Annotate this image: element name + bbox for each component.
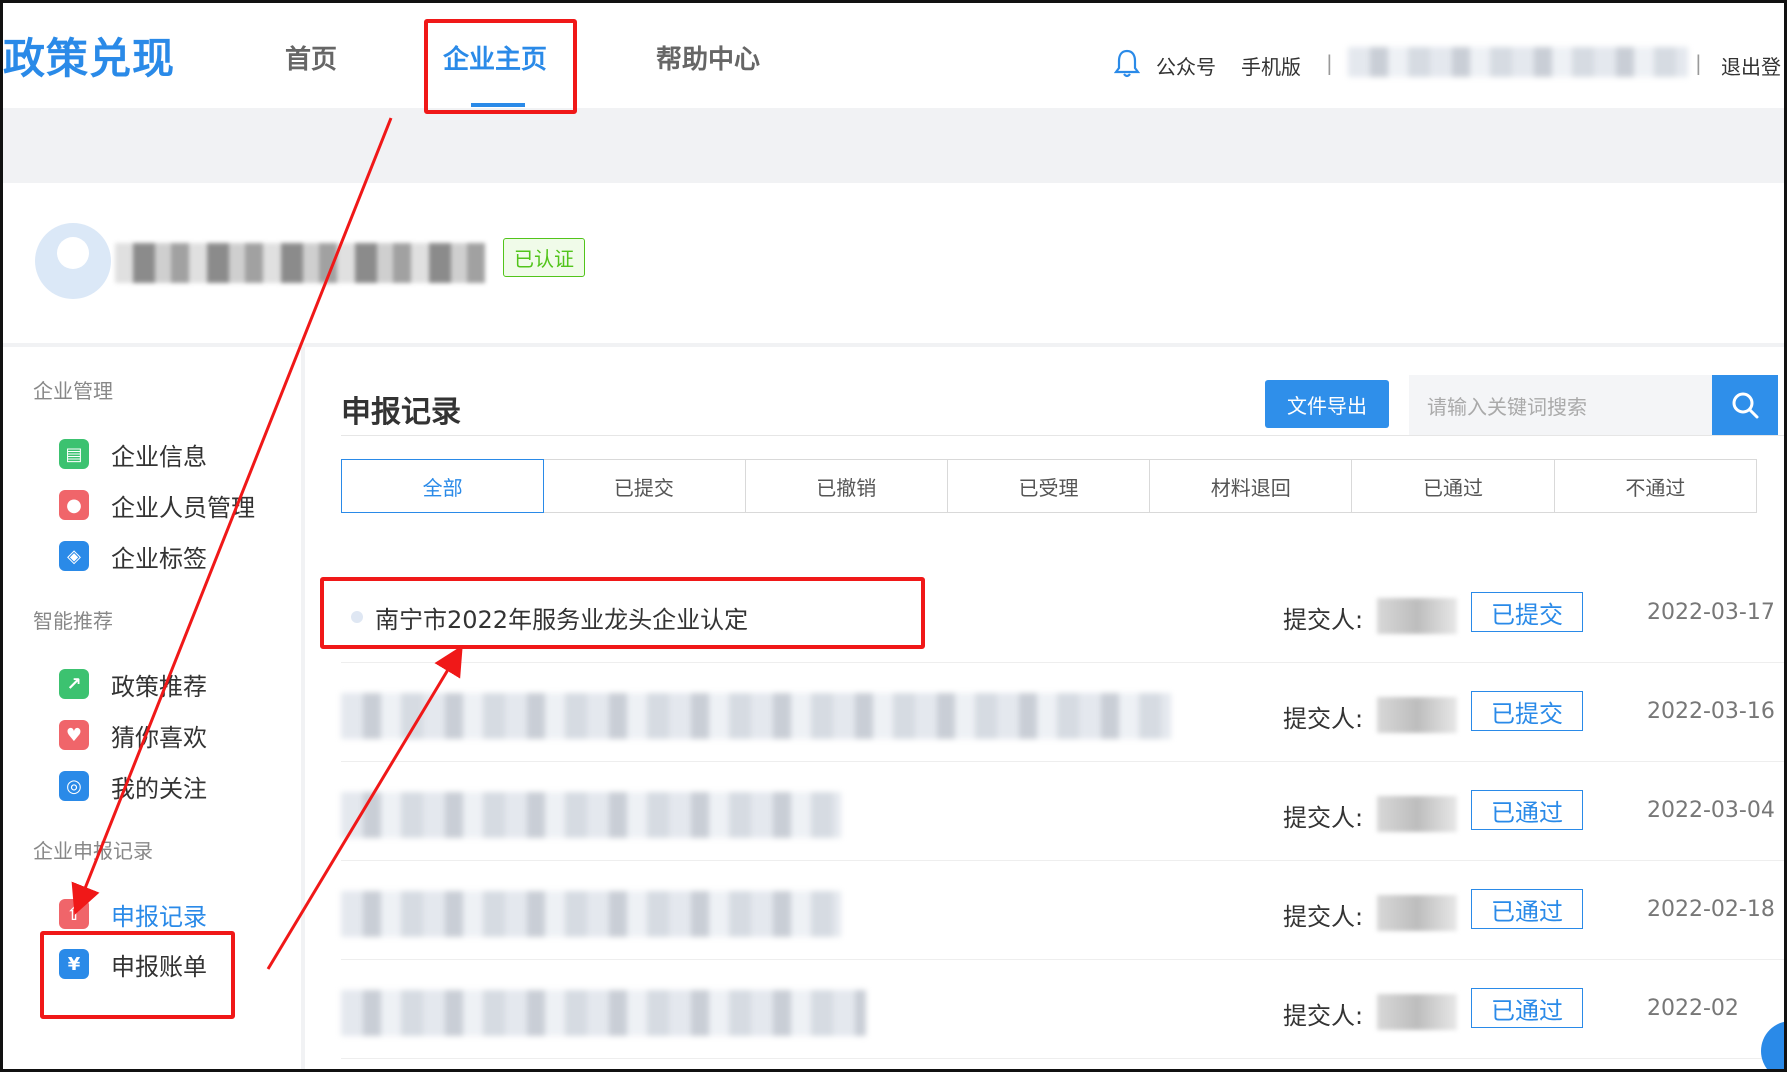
record-title-blurred xyxy=(341,891,841,937)
tab-withdrawn[interactable]: 已撤销 xyxy=(746,460,948,512)
record-date: 2022-03-04 xyxy=(1647,798,1775,823)
tag-icon: ◈ xyxy=(59,541,89,571)
banner-band xyxy=(3,108,1784,183)
record-title-blurred xyxy=(341,990,866,1036)
submitter-name-blurred xyxy=(1377,598,1457,634)
status-badge: 已提交 xyxy=(1471,691,1583,731)
tab-returned[interactable]: 材料退回 xyxy=(1150,460,1353,512)
bullet-dot xyxy=(351,611,363,623)
logout-link[interactable]: 退出登 xyxy=(1721,51,1781,80)
top-header: 政策兑现 首页 企业主页 帮助中心 公众号 手机版 | | 退出登 xyxy=(3,3,1784,108)
nav-active-indicator xyxy=(471,103,525,107)
search-input[interactable]: 请输入关键词搜索 xyxy=(1409,375,1712,435)
site-logo[interactable]: 政策兑现 xyxy=(3,25,175,86)
avatar xyxy=(35,223,111,299)
sidebar-group-title: 智能推荐 xyxy=(33,609,113,633)
main-content: 申报记录 文件导出 请输入关键词搜索 全部 已提交 已撤销 已受理 材料退回 已… xyxy=(309,347,1784,1069)
submitter-name-blurred xyxy=(1377,895,1457,931)
sidebar-item-guess-you-like[interactable]: ♥ 猜你喜欢 xyxy=(59,718,207,752)
nav-enterprise-home[interactable]: 企业主页 xyxy=(443,39,547,76)
tab-approved[interactable]: 已通过 xyxy=(1352,460,1555,512)
sidebar-item-tags[interactable]: ◈ 企业标签 xyxy=(59,539,207,573)
page-title: 申报记录 xyxy=(341,395,461,430)
sidebar-group-title: 企业申报记录 xyxy=(33,839,153,863)
export-button[interactable]: 文件导出 xyxy=(1265,380,1389,428)
app-frame: 政策兑现 首页 企业主页 帮助中心 公众号 手机版 | | 退出登 已认证 企业… xyxy=(0,0,1787,1072)
table-row[interactable]: 南宁市2022年服务业龙头企业认定 提交人: 已提交 2022-03-17 xyxy=(341,564,1784,663)
enterprise-name-blurred xyxy=(115,243,485,283)
table-row[interactable]: 提交人: 已提交 2022-03-16 xyxy=(341,663,1784,762)
enterprise-profile: 已认证 xyxy=(3,183,1784,343)
sidebar-item-label: 企业标签 xyxy=(111,544,207,573)
submitter-label: 提交人: xyxy=(1283,705,1364,733)
tab-rejected[interactable]: 不通过 xyxy=(1555,460,1756,512)
sidebar-item-enterprise-info[interactable]: ▤ 企业信息 xyxy=(59,437,207,471)
search-icon xyxy=(1732,392,1759,419)
record-date: 2022-02 xyxy=(1647,996,1739,1021)
user-name-blurred xyxy=(1348,47,1688,77)
sidebar-item-application-records[interactable]: ⇧ 申报记录 xyxy=(59,897,207,931)
submitter-name-blurred xyxy=(1377,994,1457,1030)
status-badge: 已提交 xyxy=(1471,592,1583,632)
verified-badge: 已认证 xyxy=(503,238,585,277)
mobile-link[interactable]: 手机版 xyxy=(1241,51,1301,80)
title-divider xyxy=(341,435,1784,436)
record-title[interactable]: 南宁市2022年服务业龙头企业认定 xyxy=(375,600,748,635)
heart-icon: ♥ xyxy=(59,720,89,750)
wechat-link[interactable]: 公众号 xyxy=(1156,51,1216,80)
nav-help-center[interactable]: 帮助中心 xyxy=(656,39,760,76)
status-badge: 已通过 xyxy=(1471,889,1583,929)
submitter-label: 提交人: xyxy=(1283,903,1364,931)
tab-submitted[interactable]: 已提交 xyxy=(543,460,746,512)
yuan-icon: ¥ xyxy=(59,949,89,979)
submitter-label: 提交人: xyxy=(1283,606,1364,634)
recommend-icon: ↗ xyxy=(59,669,89,699)
sidebar-item-label: 申报记录 xyxy=(111,902,207,931)
sidebar: 企业管理 ▤ 企业信息 ● 企业人员管理 ◈ 企业标签 智能推荐 ↗ 政策推荐 … xyxy=(3,347,305,1069)
header-separator: | xyxy=(1695,51,1702,75)
table-row[interactable]: 提交人: 已通过 2022-02-18 xyxy=(341,861,1784,960)
sidebar-item-label: 申报账单 xyxy=(111,952,207,981)
sidebar-item-my-follows[interactable]: ◎ 我的关注 xyxy=(59,769,207,803)
record-title-blurred xyxy=(341,792,841,838)
tab-all[interactable]: 全部 xyxy=(341,459,545,513)
bell-icon[interactable] xyxy=(1114,48,1140,78)
sidebar-item-label: 猜你喜欢 xyxy=(111,723,207,752)
submitter-name-blurred xyxy=(1377,796,1457,832)
search-button[interactable] xyxy=(1712,375,1778,435)
sidebar-item-label: 政策推荐 xyxy=(111,672,207,701)
table-row[interactable]: 提交人: 已通过 2022-02 xyxy=(341,960,1784,1059)
follow-icon: ◎ xyxy=(59,771,89,801)
sidebar-item-label: 我的关注 xyxy=(111,774,207,803)
upload-icon: ⇧ xyxy=(59,899,89,929)
submitter-name-blurred xyxy=(1377,697,1457,733)
tab-accepted[interactable]: 已受理 xyxy=(948,460,1151,512)
submitter-label: 提交人: xyxy=(1283,1002,1364,1030)
record-title-blurred xyxy=(341,693,1171,739)
status-badge: 已通过 xyxy=(1471,790,1583,830)
sidebar-item-application-bills[interactable]: ¥ 申报账单 xyxy=(59,947,207,981)
sidebar-group-title: 企业管理 xyxy=(33,379,113,403)
building-icon: ▤ xyxy=(59,439,89,469)
header-separator: | xyxy=(1326,51,1333,75)
person-icon: ● xyxy=(59,490,89,520)
sidebar-item-staff[interactable]: ● 企业人员管理 xyxy=(59,488,255,522)
sidebar-item-label: 企业人员管理 xyxy=(111,493,255,522)
record-date: 2022-03-17 xyxy=(1647,600,1775,625)
sidebar-item-label: 企业信息 xyxy=(111,442,207,471)
record-date: 2022-02-18 xyxy=(1647,897,1775,922)
status-tabs: 全部 已提交 已撤销 已受理 材料退回 已通过 不通过 xyxy=(341,459,1757,513)
sidebar-item-policy-recommend[interactable]: ↗ 政策推荐 xyxy=(59,667,207,701)
record-date: 2022-03-16 xyxy=(1647,699,1775,724)
status-badge: 已通过 xyxy=(1471,988,1583,1028)
nav-home[interactable]: 首页 xyxy=(285,39,337,76)
table-row[interactable]: 提交人: 已通过 2022-03-04 xyxy=(341,762,1784,861)
submitter-label: 提交人: xyxy=(1283,804,1364,832)
